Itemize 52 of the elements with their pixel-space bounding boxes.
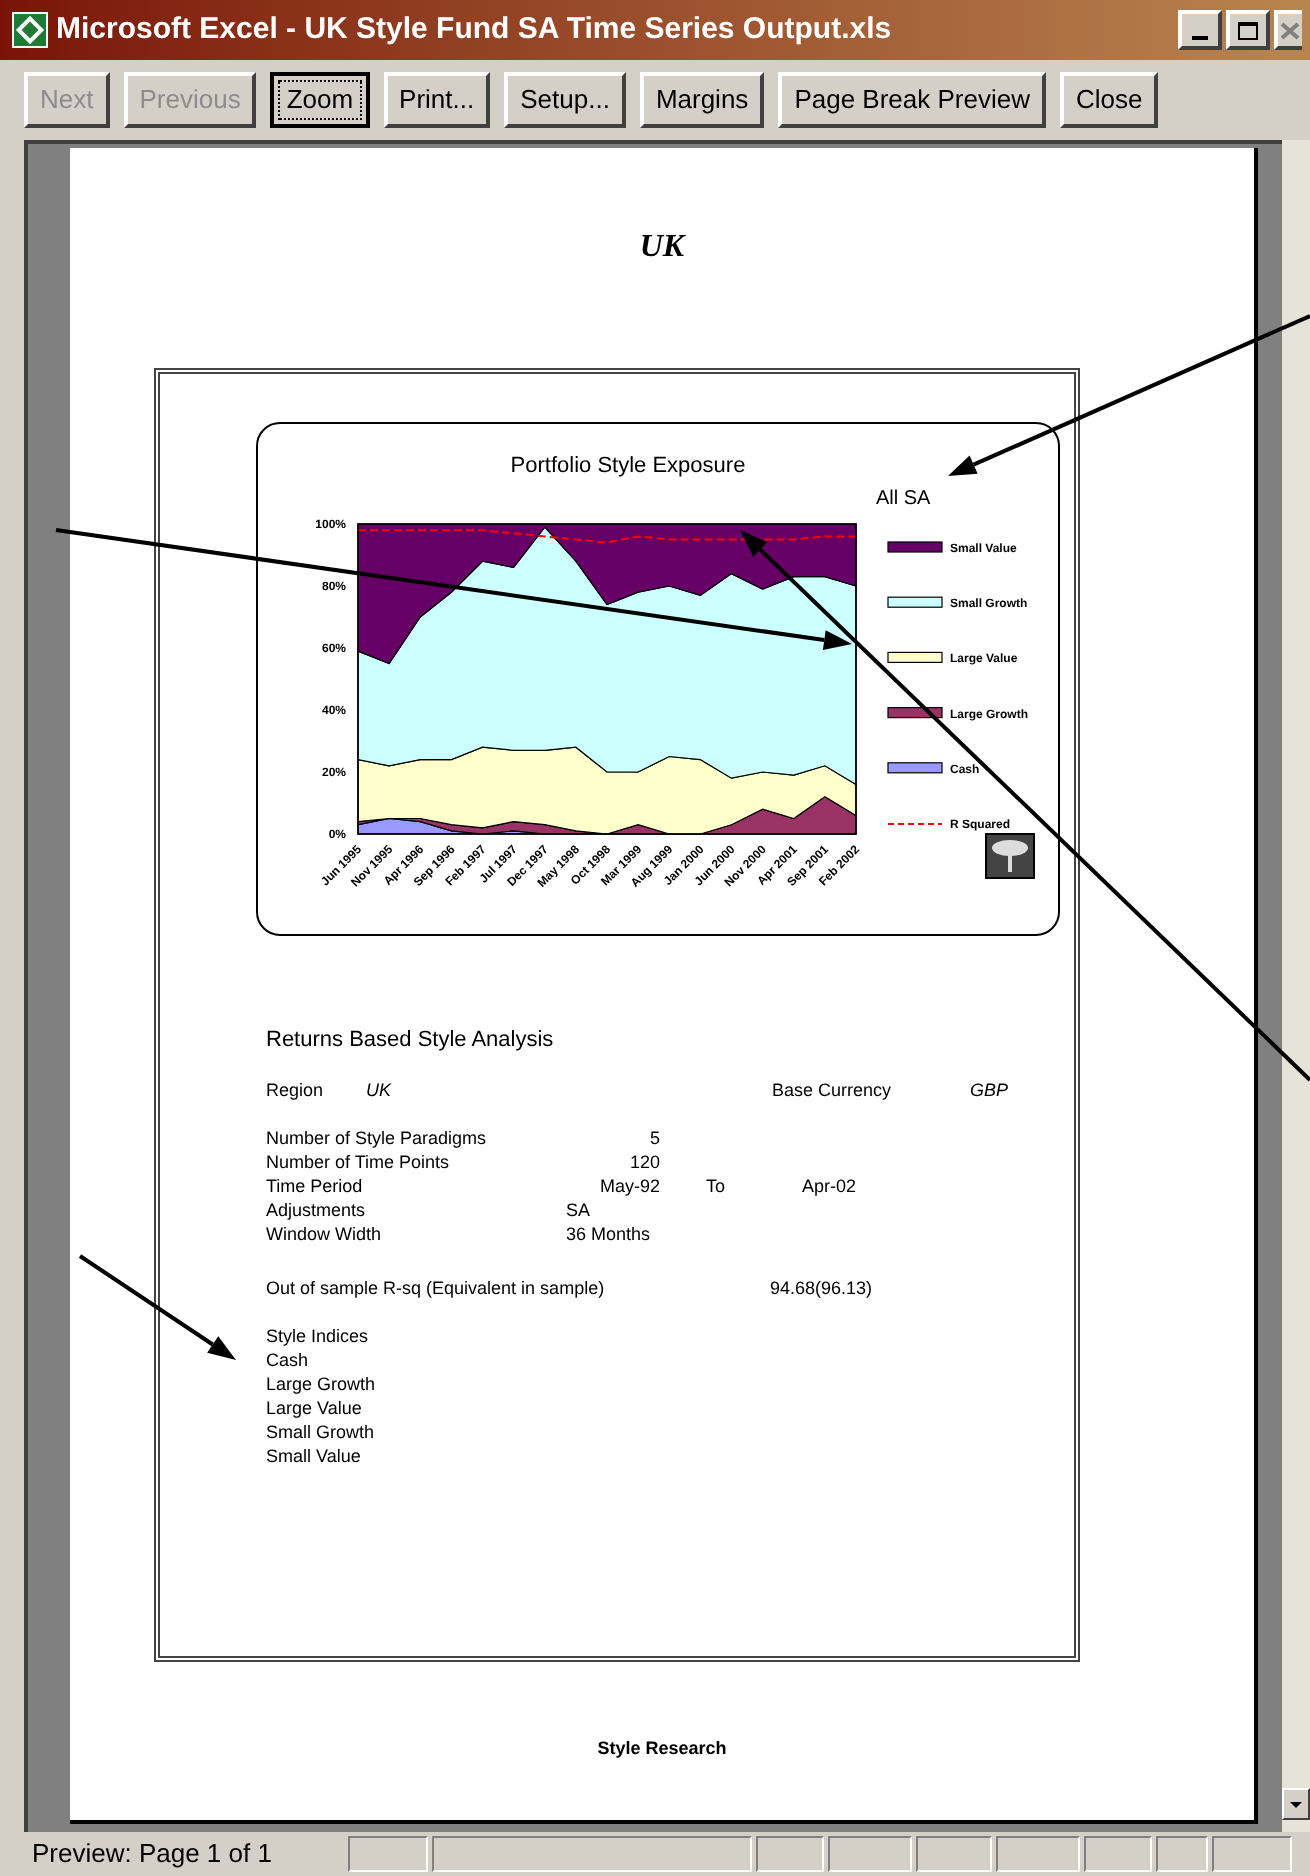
close-icon (1280, 21, 1300, 39)
window-title: Microsoft Excel - UK Style Fund SA Time Series Output.xls (56, 9, 892, 50)
param-label: Window Width (266, 1222, 384, 1246)
page-footer: Style Research (597, 1736, 727, 1763)
rsq-label: Out of sample R-sq (Equivalent in sample) (266, 1276, 607, 1300)
minimize-button[interactable] (1178, 10, 1222, 50)
scroll-down-button[interactable] (1282, 1788, 1310, 1820)
region-label: Region (266, 1078, 326, 1102)
param-value: 120 (627, 1150, 660, 1174)
status-panel (1084, 1836, 1152, 1872)
status-text: Preview: Page 1 of 1 (32, 1836, 274, 1873)
param-label: Adjustments (266, 1198, 368, 1222)
param-label: Time Period (266, 1174, 365, 1198)
toolbar-button[interactable]: Zoom (270, 72, 370, 128)
toolbar-button[interactable]: Margins (639, 72, 765, 128)
rsq-value: 94.68(96.13) (770, 1276, 873, 1300)
toolbar-button[interactable]: Print... (383, 72, 491, 128)
status-panel (756, 1836, 824, 1872)
status-panel (996, 1836, 1080, 1872)
index-name: Small Value (266, 1444, 363, 1468)
vertical-scrollbar[interactable] (1282, 140, 1310, 1832)
param-value: May-92 (597, 1174, 660, 1198)
param-value: 36 Months (566, 1222, 651, 1246)
param-value: 5 (647, 1126, 660, 1150)
status-panel (348, 1836, 428, 1872)
spreadsheet-app-icon (12, 12, 48, 48)
report-heading: Returns Based Style Analysis (266, 1026, 556, 1054)
toolbar-button[interactable]: Page Break Preview (778, 72, 1046, 128)
param-label: Number of Style Paradigms (266, 1126, 489, 1150)
close-button[interactable] (1274, 10, 1302, 50)
index-name: Cash (266, 1348, 311, 1372)
chart-subtitle: All SA (876, 488, 931, 510)
index-name: Large Growth (266, 1372, 378, 1396)
toolbar-button[interactable]: Setup... (504, 72, 626, 128)
status-panel (828, 1836, 912, 1872)
param-label: Number of Time Points (266, 1150, 452, 1174)
param-value: Apr-02 (802, 1174, 857, 1198)
region-value: UK (366, 1078, 394, 1102)
maximize-button[interactable] (1226, 10, 1270, 50)
status-panel (916, 1836, 992, 1872)
index-name: Large Value (266, 1396, 364, 1420)
toolbar-button[interactable]: Close (1059, 72, 1159, 128)
chart-title: Portfolio Style Exposure (510, 454, 746, 478)
index-name: Small Growth (266, 1420, 377, 1444)
range-to-label: To (706, 1174, 728, 1198)
param-value: SA (566, 1198, 591, 1222)
currency-label: Base Currency (772, 1078, 894, 1102)
status-panel (1212, 1836, 1292, 1872)
currency-value: GBP (970, 1078, 1009, 1102)
status-panel (1156, 1836, 1208, 1872)
page-heading: UK (639, 228, 685, 268)
indices-label: Style Indices (266, 1324, 371, 1348)
